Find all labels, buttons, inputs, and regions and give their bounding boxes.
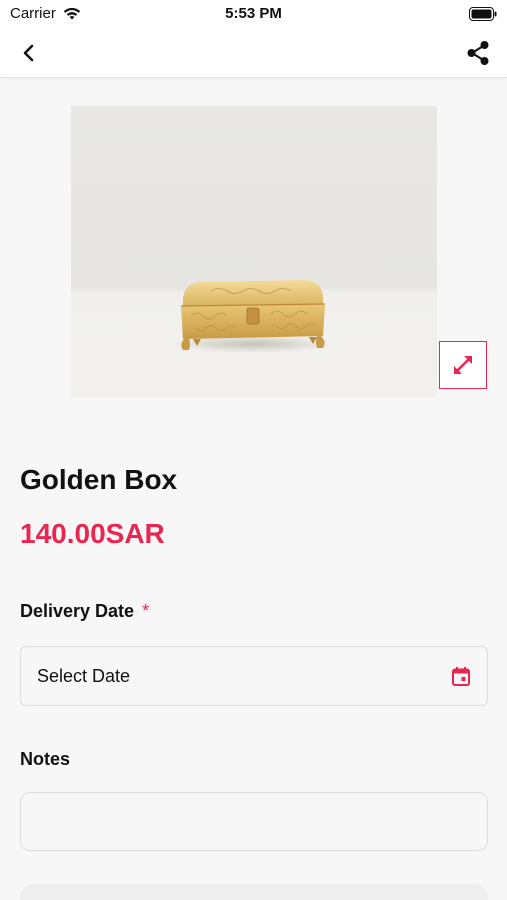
share-button[interactable] xyxy=(463,38,493,68)
expand-image-button[interactable] xyxy=(439,341,487,389)
delivery-date-label-text: Delivery Date xyxy=(20,601,135,621)
delivery-date-value: Select Date xyxy=(37,665,131,686)
chevron-left-icon xyxy=(23,44,34,62)
product-title: Golden Box xyxy=(20,464,178,495)
bottom-panel xyxy=(20,884,488,900)
calendar-icon xyxy=(452,667,470,686)
product-price: 140.00SAR xyxy=(20,518,165,549)
delivery-date-field[interactable]: Select Date xyxy=(20,646,488,706)
battery-icon xyxy=(469,7,497,25)
delivery-date-label: Delivery Date * xyxy=(20,601,149,622)
expand-icon xyxy=(454,356,472,374)
golden-box-image xyxy=(172,280,332,353)
status-time: 5:53 PM xyxy=(225,5,282,22)
share-icon xyxy=(467,41,489,65)
back-button[interactable] xyxy=(14,40,44,66)
required-mark: * xyxy=(142,601,150,621)
nav-bar xyxy=(0,28,507,78)
status-bar: Carrier 5:53 PM xyxy=(0,0,507,28)
notes-input[interactable] xyxy=(20,792,488,851)
notes-label: Notes xyxy=(20,749,71,769)
product-image[interactable] xyxy=(71,106,437,398)
